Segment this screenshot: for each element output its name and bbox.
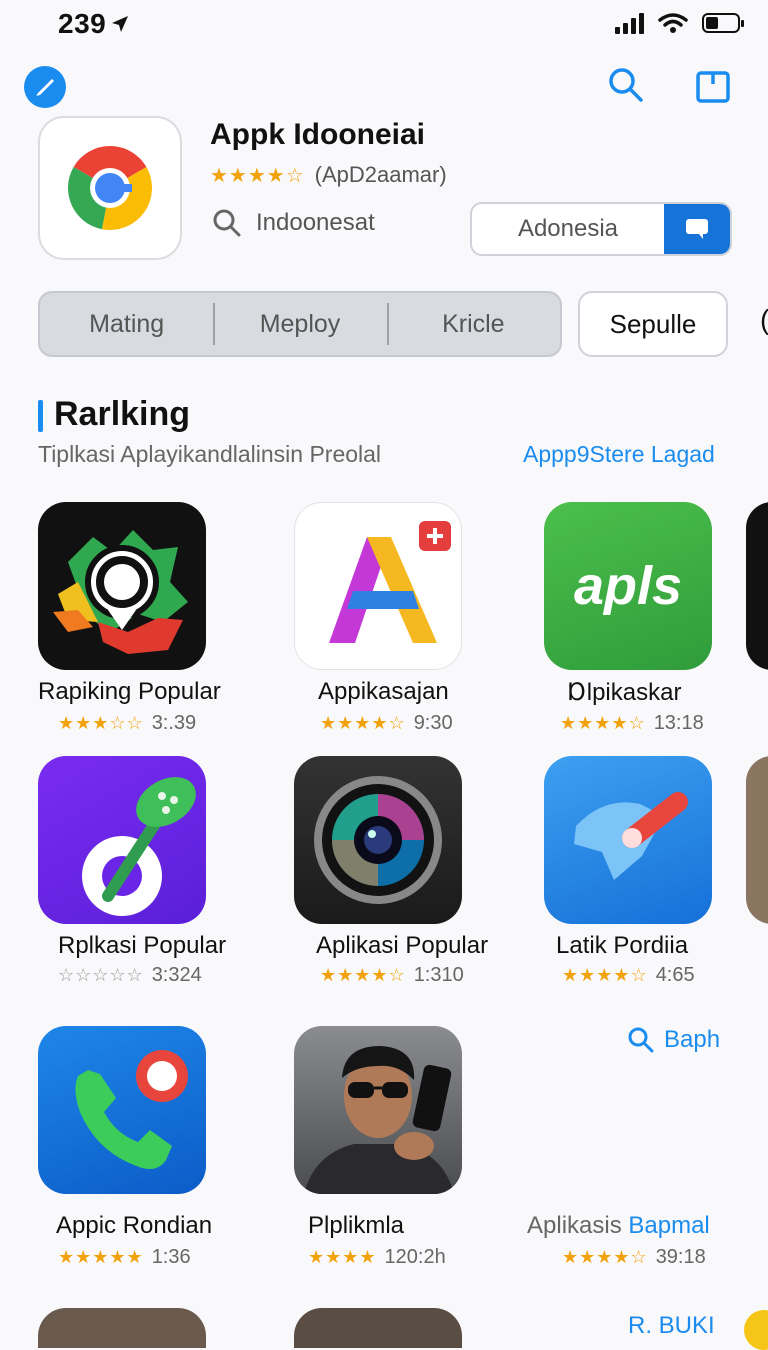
app-tile-partial-2[interactable] (746, 756, 768, 924)
app-tile-8[interactable] (294, 1026, 462, 1194)
app-name-4: Rplkasi Popular (58, 932, 227, 959)
app-tile-partial-1[interactable] (746, 502, 768, 670)
rating-meta: (ApD2aamar) (314, 162, 447, 187)
search-row[interactable]: Indoonesat (212, 208, 375, 238)
app-name-2: Appikasajan (318, 678, 449, 705)
segment-button[interactable]: Sepulle (578, 291, 728, 357)
status-time: 239 (58, 8, 130, 40)
app-stars-1: ★★★☆☆ (58, 713, 144, 733)
app-stars-4: ☆☆☆☆☆ (58, 965, 144, 985)
app-rating-3: ★★★★☆ 13:18 (560, 712, 704, 735)
search-icon[interactable] (607, 66, 645, 104)
app-value-4: 3:324 (151, 964, 202, 986)
wifi-icon (658, 13, 688, 33)
ranking-subtitle: Tiplkasi Aplayikandlalinsin Preolal (38, 441, 382, 467)
app-rating-8: ★★★★ 120:2h (308, 1246, 446, 1269)
app-name-7: Appic Rondian (56, 1212, 213, 1239)
app-tile-6[interactable] (544, 756, 712, 924)
app-stars-5: ★★★★☆ (320, 965, 406, 985)
app-rating-2: ★★★★☆ 9:30 (320, 712, 453, 735)
app-rating-1: ★★★☆☆ 3:.39 (58, 712, 196, 735)
app-value-6: 4:65 (655, 964, 695, 986)
app-value-5: 1:310 (413, 964, 464, 986)
side-link-baph[interactable]: Baph (628, 1026, 720, 1054)
side-link-label: Baph (664, 1026, 721, 1053)
ranking-link[interactable]: Appp9Stere Lagad (523, 441, 715, 468)
chrome-logo-icon (67, 145, 153, 230)
app-icon[interactable] (38, 116, 182, 260)
floating-badge-icon[interactable] (744, 1310, 768, 1350)
app-tile-4[interactable] (38, 756, 206, 924)
app-tile-7[interactable] (38, 1026, 206, 1194)
side-item-rating: ★★★★☆ 39:18 (562, 1246, 706, 1269)
app-value-7: 1:36 (151, 1246, 191, 1268)
app-tile-5[interactable] (294, 756, 462, 924)
app-name-1: Rapiking Popular (38, 678, 221, 705)
app-rating-5: ★★★★☆ 1:310 (320, 964, 464, 987)
app-name-3: Ɒlpikaskar (568, 679, 682, 706)
app-stars-3: ★★★★☆ (560, 713, 646, 733)
app-tile-2[interactable] (294, 502, 462, 670)
search-icon (628, 1027, 654, 1053)
status-indicators (615, 12, 744, 34)
app-tile-1[interactable] (38, 502, 206, 670)
app-name-5: Aplikasi Popular (316, 932, 489, 959)
side-item-name[interactable]: Aplikasis Bapmal (527, 1212, 710, 1240)
app-rating-7: ★★★★★ 1:36 (58, 1246, 191, 1269)
status-time-text: 239 (58, 8, 107, 39)
region-label: Adonesia (517, 215, 619, 242)
search-text: Indoonesat (256, 209, 375, 236)
search-icon (213, 209, 241, 237)
side-item-name-a: Aplikasis (527, 1212, 629, 1239)
share-square-icon[interactable] (695, 66, 733, 104)
segment-2[interactable]: Meploy (213, 293, 386, 355)
app-rating-4: ☆☆☆☆☆ 3:324 (58, 964, 202, 987)
tile-3-logo-text: apls (573, 556, 683, 616)
signal-icon (615, 12, 644, 34)
rating-stars: ★★★★☆ (210, 164, 305, 187)
app-stars-2: ★★★★☆ (320, 713, 406, 733)
app-name-8: Plplikmla (308, 1212, 405, 1239)
segment-1[interactable]: Mating (40, 293, 213, 355)
battery-icon (702, 13, 744, 33)
app-tile-10[interactable] (294, 1308, 462, 1348)
side-item-value: 39:18 (655, 1246, 706, 1268)
segmented-control: Mating Meploy Kricle (38, 291, 562, 357)
segment-3[interactable]: Kricle (386, 293, 560, 355)
ranking-title: Rarlking (54, 395, 191, 433)
side-item-stars: ★★★★☆ (562, 1247, 648, 1267)
app-value-2: 9:30 (413, 712, 453, 734)
app-value-8: 120:2h (384, 1246, 446, 1268)
edge-fragment: ( (760, 304, 768, 336)
app-rating: ★★★★☆ (ApD2aamar) (210, 162, 447, 188)
location-arrow-icon (112, 16, 129, 32)
app-name-6: Latik Pordiia (556, 932, 689, 959)
app-value-1: 3:.39 (151, 712, 197, 734)
app-rating-6: ★★★★☆ 4:65 (562, 964, 695, 987)
side-item-name-b: Bapmal (628, 1212, 710, 1239)
ranking-accent-bar (38, 400, 43, 432)
region-selector[interactable]: Adonesia (470, 202, 732, 256)
app-badge-icon[interactable] (24, 66, 66, 108)
bottom-link[interactable]: R. BUKI (628, 1312, 715, 1340)
app-value-3: 13:18 (653, 712, 704, 734)
region-button[interactable] (664, 204, 730, 254)
app-stars-7: ★★★★★ (58, 1247, 144, 1267)
app-tile-9[interactable] (38, 1308, 206, 1348)
app-stars-6: ★★★★☆ (562, 965, 648, 985)
app-stars-8: ★★★★ (308, 1247, 377, 1267)
chat-icon (686, 219, 708, 239)
app-title: Appk Idooneiai (210, 118, 426, 151)
app-tile-3[interactable]: apls (544, 502, 712, 670)
